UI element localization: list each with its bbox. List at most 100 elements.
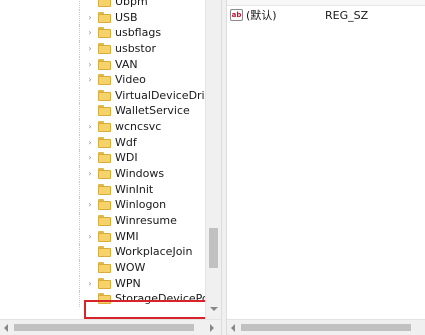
tree-item-label: USB <box>115 10 138 24</box>
values-horizontal-scroll-thumb[interactable] <box>241 324 411 331</box>
tree-item[interactable]: VirtualDeviceDrivers <box>0 87 221 104</box>
expand-chevron-icon[interactable]: › <box>86 169 94 178</box>
expand-chevron-icon[interactable]: › <box>86 138 94 147</box>
folder-icon <box>98 261 111 273</box>
folder-icon <box>98 11 111 23</box>
expand-chevron-icon[interactable]: › <box>86 200 94 209</box>
tree-horizontal-scroll-thumb[interactable] <box>14 324 194 331</box>
values-column-header[interactable] <box>227 0 425 6</box>
folder-icon <box>98 246 111 258</box>
values-horizontal-scrollbar[interactable] <box>227 319 425 335</box>
tree-guide-line <box>79 291 80 307</box>
folder-icon <box>98 136 111 148</box>
tree-item-label: Winlogon <box>115 198 167 212</box>
tree-item[interactable]: › WDI <box>0 150 205 167</box>
folder-icon <box>98 89 111 101</box>
tree-vertical-scrollbar[interactable] <box>205 0 221 319</box>
expand-chevron-icon[interactable]: › <box>86 60 94 69</box>
expand-chevron-icon[interactable]: › <box>86 279 94 288</box>
scroll-left-arrow-icon[interactable] <box>231 324 235 332</box>
tree-guide-line <box>79 212 80 229</box>
values-list[interactable]: ab (默认) REG_SZ <box>227 0 425 335</box>
tree-vertical-scroll-thumb[interactable] <box>209 228 218 268</box>
tree-item[interactable]: › Video <box>0 72 205 88</box>
folder-icon <box>98 214 111 226</box>
tree-item-label: Winresume <box>115 213 177 227</box>
folder-icon <box>98 0 111 7</box>
tree-item[interactable]: Ubpm <box>0 0 205 10</box>
tree-item[interactable]: Winresume <box>0 212 205 229</box>
tree-item[interactable]: › Winlogon <box>0 197 205 213</box>
scroll-left-arrow-icon[interactable] <box>4 324 8 332</box>
tree-guide-line <box>79 134 80 151</box>
tree-guide-line <box>79 150 80 167</box>
tree-item-label: usbstor <box>115 41 156 55</box>
tree-guide-line <box>79 25 80 41</box>
tree-item[interactable]: › USB <box>0 9 205 26</box>
tree-item-label: WOW <box>115 260 146 274</box>
expand-chevron-icon[interactable]: › <box>86 28 94 37</box>
tree-item-label: Wdf <box>115 135 137 149</box>
tree-guide-line <box>79 275 80 292</box>
tree-list: Ubpm › USB › usbflags › usbstor › VAN › Video Virtu… <box>0 0 221 307</box>
tree-guide-line <box>79 244 80 260</box>
tree-guide-line <box>79 228 80 245</box>
tree-item-label: WMI <box>115 229 139 243</box>
tree-guide-line <box>79 87 80 104</box>
tree-item-label: Ubpm <box>115 0 148 8</box>
tree-item[interactable]: › wcncsvc <box>0 119 205 135</box>
expand-chevron-icon[interactable]: › <box>86 75 94 84</box>
tree-guide-line <box>79 0 80 10</box>
tree-item-label: WDI <box>115 151 138 165</box>
tree-guide-line <box>79 181 80 198</box>
folder-icon <box>98 183 111 195</box>
tree-guide-line <box>79 56 80 73</box>
tree-item[interactable]: › VAN <box>0 56 205 73</box>
value-name: (默认) <box>246 9 277 22</box>
value-row[interactable]: ab (默认) REG_SZ <box>227 8 425 24</box>
tree-guide-line <box>79 40 80 57</box>
folder-icon <box>98 230 111 242</box>
tree-horizontal-scrollbar[interactable] <box>0 319 221 335</box>
expand-chevron-icon[interactable]: › <box>86 44 94 53</box>
tree-guide-line <box>79 119 80 135</box>
scroll-right-arrow-icon[interactable] <box>210 324 214 332</box>
tree-guide-line <box>79 197 80 213</box>
folder-icon <box>98 152 111 164</box>
tree-item-label: Windows <box>115 167 165 181</box>
expand-chevron-icon[interactable]: › <box>86 232 94 241</box>
tree-item[interactable]: WorkplaceJoin <box>0 244 205 260</box>
tree-item[interactable]: › Wdf <box>0 134 205 151</box>
tree-item[interactable]: › usbstor <box>0 40 205 57</box>
tree-item[interactable]: WOW <box>0 259 205 276</box>
expand-chevron-icon[interactable]: › <box>86 153 94 162</box>
folder-icon <box>98 121 111 133</box>
tree-guide-line <box>79 9 80 26</box>
folder-icon <box>98 74 111 86</box>
expand-chevron-icon[interactable]: › <box>86 122 94 131</box>
folder-icon <box>98 27 111 39</box>
folder-icon <box>98 105 111 117</box>
tree-item[interactable]: › Windows <box>0 166 205 182</box>
registry-key-tree[interactable]: Ubpm › USB › usbflags › usbstor › VAN › Video Virtu… <box>0 0 221 335</box>
tree-item[interactable]: › WPN <box>0 275 205 292</box>
folder-icon <box>98 42 111 54</box>
tree-item-new-key[interactable]: StorageDevicePolici <box>0 291 221 307</box>
string-value-icon: ab <box>230 9 243 21</box>
tree-item-label: WorkplaceJoin <box>115 245 193 259</box>
tree-item-label: Video <box>115 73 146 87</box>
scroll-down-arrow-icon[interactable] <box>210 307 218 311</box>
tree-item[interactable]: WinInit <box>0 181 205 198</box>
tree-item[interactable]: WalletService <box>0 103 205 120</box>
tree-item-label: wcncsvc <box>115 120 162 134</box>
tree-guide-line <box>79 259 80 276</box>
tree-item-label: WPN <box>115 276 141 290</box>
folder-icon <box>98 199 111 211</box>
expand-chevron-icon[interactable]: › <box>86 13 94 22</box>
folder-icon <box>98 293 111 305</box>
tree-item[interactable]: › usbflags <box>0 25 205 41</box>
tree-item[interactable]: › WMI <box>0 228 205 245</box>
tree-item-label: WinInit <box>115 182 154 196</box>
tree-guide-line <box>79 72 80 88</box>
tree-guide-line <box>79 103 80 120</box>
